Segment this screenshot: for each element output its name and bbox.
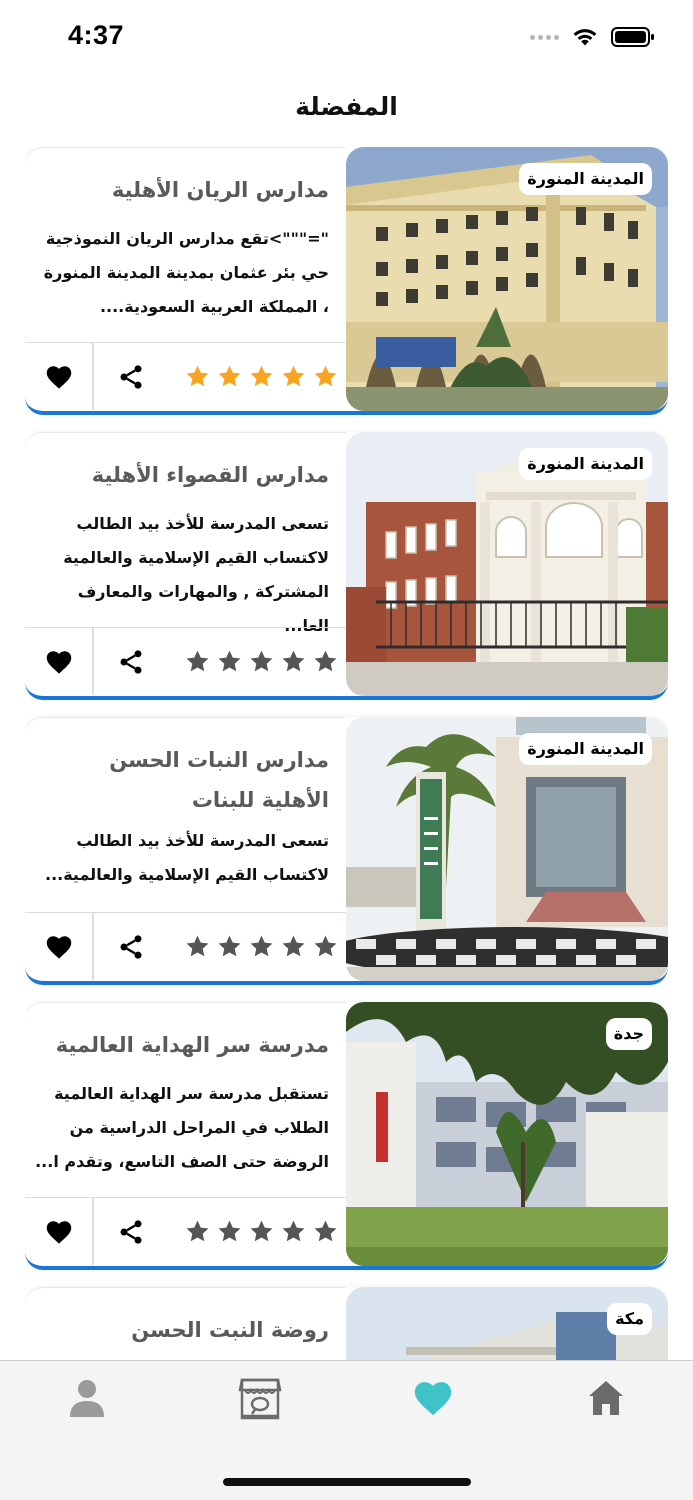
- city-badge: المدينة المنورة: [519, 733, 652, 765]
- favorites-list[interactable]: مدارس الريان الأهلية "=""">تقع مدارس الر…: [25, 147, 668, 1360]
- star-icon: [250, 650, 273, 672]
- home-icon: [589, 1381, 623, 1415]
- share-button[interactable]: [113, 913, 149, 980]
- school-name: مدرسة سر الهداية العالمية: [55, 1033, 329, 1057]
- school-description: تسعى المدرسة للأخذ بيد الطالب لاكتساب ال…: [63, 514, 329, 635]
- school-image[interactable]: مكة: [346, 1287, 668, 1360]
- share-icon: [120, 364, 142, 389]
- school-info[interactable]: مدارس النبات الحسن الأهلية للبنات تسعى ا…: [25, 717, 346, 912]
- card-actions: [25, 1197, 346, 1266]
- divider: [92, 913, 94, 980]
- tab-store[interactable]: [234, 1375, 286, 1421]
- share-icon: [120, 1219, 142, 1244]
- heart-icon: [414, 1382, 452, 1416]
- school-image[interactable]: المدينة المنورة: [346, 147, 668, 411]
- star-icon: [186, 650, 209, 672]
- rating-stars: [185, 1198, 338, 1265]
- star-icon: [314, 365, 337, 387]
- share-button[interactable]: [113, 343, 149, 410]
- share-button[interactable]: [113, 628, 149, 695]
- school-image[interactable]: جدة: [346, 1002, 668, 1266]
- star-icon: [282, 365, 305, 387]
- star-icon: [314, 650, 337, 672]
- battery-icon: [611, 27, 654, 47]
- profile-icon: [70, 1380, 104, 1417]
- star-icon: [250, 1220, 273, 1242]
- store-icon: [238, 1378, 282, 1420]
- star-icon: [186, 365, 209, 387]
- school-name: روضة النبت الحسن: [131, 1318, 329, 1342]
- school-card[interactable]: مدارس النبات الحسن الأهلية للبنات تسعى ا…: [25, 717, 668, 985]
- heart-icon: [46, 935, 72, 959]
- status-icons: [530, 26, 655, 48]
- star-icon: [218, 935, 241, 957]
- city-badge: جدة: [605, 1018, 652, 1050]
- rating-stars: [185, 343, 338, 410]
- star-icon: [218, 365, 241, 387]
- favorite-button[interactable]: [25, 628, 93, 695]
- tab-home[interactable]: [580, 1375, 632, 1421]
- rating-stars: [185, 628, 338, 695]
- heart-icon: [46, 1220, 72, 1244]
- school-info[interactable]: مدارس الريان الأهلية "=""">تقع مدارس الر…: [25, 147, 346, 342]
- status-bar: 4:37: [0, 0, 693, 80]
- school-card[interactable]: روضة النبت الحسن مكة: [25, 1287, 668, 1360]
- school-description: "=""">تقع مدارس الريان النموذجية حي بئر …: [43, 229, 329, 316]
- city-badge: المدينة المنورة: [519, 448, 652, 480]
- card-actions: [25, 342, 346, 411]
- heart-icon: [46, 650, 72, 674]
- tab-profile[interactable]: [61, 1375, 113, 1421]
- share-button[interactable]: [113, 1198, 149, 1265]
- share-icon: [120, 649, 142, 674]
- star-icon: [186, 935, 209, 957]
- divider: [92, 1198, 94, 1265]
- rating-stars: [185, 913, 338, 980]
- divider: [92, 343, 94, 410]
- wifi-icon: [573, 29, 597, 46]
- signal-dots-icon: [530, 34, 559, 40]
- school-image[interactable]: المدينة المنورة: [346, 717, 668, 981]
- card-actions: [25, 912, 346, 981]
- school-description: تسعى المدرسة للأخذ بيد الطالب لاكتساب ال…: [44, 831, 329, 884]
- star-icon: [282, 1220, 305, 1242]
- divider: [92, 628, 94, 695]
- star-icon: [282, 650, 305, 672]
- status-time: 4:37: [68, 20, 125, 50]
- star-icon: [282, 935, 305, 957]
- star-icon: [218, 1220, 241, 1242]
- school-name: مدارس الريان الأهلية: [111, 178, 329, 202]
- star-icon: [314, 935, 337, 957]
- school-info[interactable]: روضة النبت الحسن: [25, 1287, 346, 1360]
- star-icon: [218, 650, 241, 672]
- favorite-button[interactable]: [25, 913, 93, 980]
- page-title: المفضلة: [295, 92, 398, 121]
- school-info[interactable]: مدارس القصواء الأهلية تسعى المدرسة للأخذ…: [25, 432, 346, 635]
- school-description: تستقبل مدرسة سر الهداية العالمية الطلاب …: [35, 1084, 329, 1171]
- city-badge: مكة: [607, 1303, 652, 1335]
- school-name: مدارس القصواء الأهلية: [91, 463, 329, 487]
- tab-favorites[interactable]: [407, 1375, 459, 1421]
- heart-icon: [46, 365, 72, 389]
- home-indicator[interactable]: [223, 1478, 471, 1486]
- star-icon: [250, 365, 273, 387]
- star-icon: [314, 1220, 337, 1242]
- city-badge: المدينة المنورة: [519, 163, 652, 195]
- favorite-button[interactable]: [25, 343, 93, 410]
- school-card[interactable]: مدرسة سر الهداية العالمية تستقبل مدرسة س…: [25, 1002, 668, 1270]
- school-image[interactable]: المدينة المنورة: [346, 432, 668, 696]
- star-icon: [250, 935, 273, 957]
- tab-bar: [0, 1360, 693, 1500]
- star-icon: [186, 1220, 209, 1242]
- favorite-button[interactable]: [25, 1198, 93, 1265]
- school-name: مدارس النبات الحسن الأهلية للبنات: [109, 748, 329, 812]
- card-actions: [25, 627, 346, 696]
- share-icon: [120, 934, 142, 959]
- school-card[interactable]: مدارس القصواء الأهلية تسعى المدرسة للأخذ…: [25, 432, 668, 700]
- school-info[interactable]: مدرسة سر الهداية العالمية تستقبل مدرسة س…: [25, 1002, 346, 1197]
- school-card[interactable]: مدارس الريان الأهلية "=""">تقع مدارس الر…: [25, 147, 668, 415]
